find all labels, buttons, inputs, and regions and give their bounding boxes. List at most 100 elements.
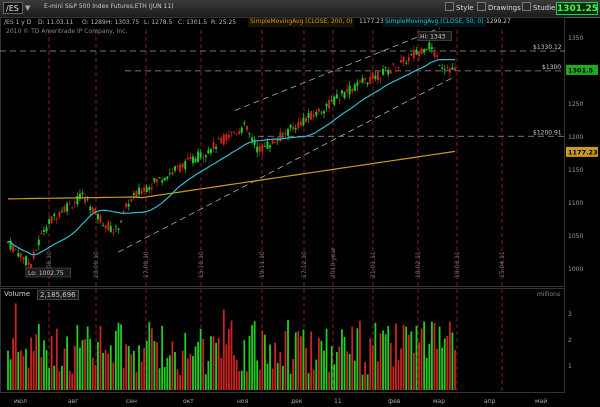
candle-body — [186, 157, 189, 160]
volume-bar — [17, 351, 20, 390]
volume-bar — [30, 337, 33, 390]
volume-bar — [233, 355, 235, 390]
volume-bar — [61, 365, 63, 390]
level2-label: $1300 — [542, 64, 561, 71]
candle-body — [294, 127, 297, 130]
candle-body — [84, 198, 87, 203]
candle-body — [96, 213, 99, 220]
volume-bar — [212, 336, 215, 390]
volume-bar — [102, 352, 104, 390]
candle-body — [17, 253, 20, 257]
volume-bar — [284, 331, 287, 390]
volume-tick-label: 2 — [568, 337, 572, 344]
candle-body — [335, 94, 338, 99]
studies-button[interactable]: Studies — [522, 2, 559, 15]
volume-bar — [346, 351, 349, 390]
symbol-dropdown-icon[interactable]: ▼ — [25, 3, 32, 13]
volume-bar — [25, 349, 27, 390]
date-marker-label: 21.01.11 — [370, 251, 377, 278]
candle-body — [382, 69, 385, 75]
candle-body — [274, 141, 277, 144]
candle-body — [127, 203, 130, 207]
volume-bar — [289, 373, 292, 390]
candle-body — [356, 82, 359, 86]
volume-bar — [73, 345, 76, 390]
volume-bar — [168, 355, 171, 390]
candle-body — [189, 156, 192, 160]
volume-bar — [222, 309, 225, 390]
candle-body — [135, 191, 138, 197]
volume-panel-border — [0, 288, 565, 393]
volume-bar — [79, 347, 81, 390]
candle-body — [374, 75, 377, 80]
style-button[interactable]: Style — [445, 2, 474, 15]
volume-bar — [287, 319, 289, 390]
sma50-line — [7, 58, 455, 256]
candle-body — [287, 128, 290, 136]
candle-body — [425, 49, 428, 50]
channel-upper — [234, 27, 441, 111]
candle-body — [446, 67, 449, 69]
sma200-line — [7, 150, 456, 200]
candle-body — [248, 133, 251, 135]
volume-bar — [148, 322, 151, 390]
candle-body — [109, 225, 112, 233]
candle-body — [418, 51, 421, 57]
volume-bar — [127, 345, 130, 390]
sma200-label[interactable]: SimpleMovingAvg (CLOSE, 200, 0) — [248, 17, 355, 27]
candle-body — [179, 164, 182, 172]
candle-body — [99, 215, 102, 223]
candle-body — [397, 66, 400, 68]
volume-bar — [281, 365, 284, 390]
volume-bar — [292, 358, 295, 390]
candle-body — [91, 207, 94, 213]
symbol-input[interactable]: /ES — [3, 2, 23, 14]
volume-tick-label: 1 — [568, 363, 572, 370]
candle-body — [230, 131, 233, 133]
drawings-button[interactable]: Drawings — [477, 2, 521, 15]
volume-bar — [97, 342, 99, 390]
high-label-bg — [417, 31, 452, 41]
candle-body — [35, 250, 38, 251]
candle-body — [209, 148, 212, 154]
volume-bar — [335, 352, 338, 390]
candle-body — [220, 138, 223, 143]
date-marker-label: 15.10.10 — [198, 251, 205, 278]
volume-bar — [53, 365, 56, 390]
candle-body — [238, 131, 241, 134]
price-tick-label: 1250 — [568, 101, 583, 108]
volume-bar — [371, 345, 374, 390]
volume-bar — [7, 350, 9, 390]
volume-bar — [359, 320, 361, 390]
volume-bar — [197, 341, 200, 390]
style-icon — [445, 2, 454, 11]
candle-body — [222, 134, 225, 145]
candle-body — [392, 63, 395, 65]
volume-bar — [269, 344, 271, 390]
candle-body — [353, 84, 356, 91]
volume-bar — [243, 340, 246, 390]
volume-bar — [307, 373, 310, 390]
volume-bar — [320, 340, 323, 390]
candle-body — [407, 57, 410, 62]
volume-bar — [19, 350, 22, 390]
volume-bar — [35, 334, 38, 390]
legend-range: R: 25.25 — [211, 19, 237, 26]
last-price-tag: 1301.5 — [568, 66, 594, 74]
candle-body — [338, 99, 341, 101]
volume-bar — [225, 344, 228, 390]
candle-body — [22, 257, 25, 260]
price-chart[interactable]: 135013001250120011501100105010001301.511… — [0, 0, 600, 407]
volume-bar — [91, 357, 94, 390]
candle-body — [333, 96, 336, 105]
volume-bar — [230, 320, 233, 390]
candle-body — [102, 224, 105, 226]
candle-body — [71, 207, 74, 209]
candle-body — [240, 127, 243, 133]
sma50-label[interactable]: SimpleMovingAvg (CLOSE, 50, 0) — [383, 17, 486, 27]
volume-bar — [215, 342, 217, 390]
legend-close: C: 1301.5 — [178, 19, 208, 26]
sma200-tag: 1177.23 — [568, 148, 598, 156]
volume-bar — [454, 349, 456, 390]
price-tick-label: 1350 — [568, 35, 583, 42]
